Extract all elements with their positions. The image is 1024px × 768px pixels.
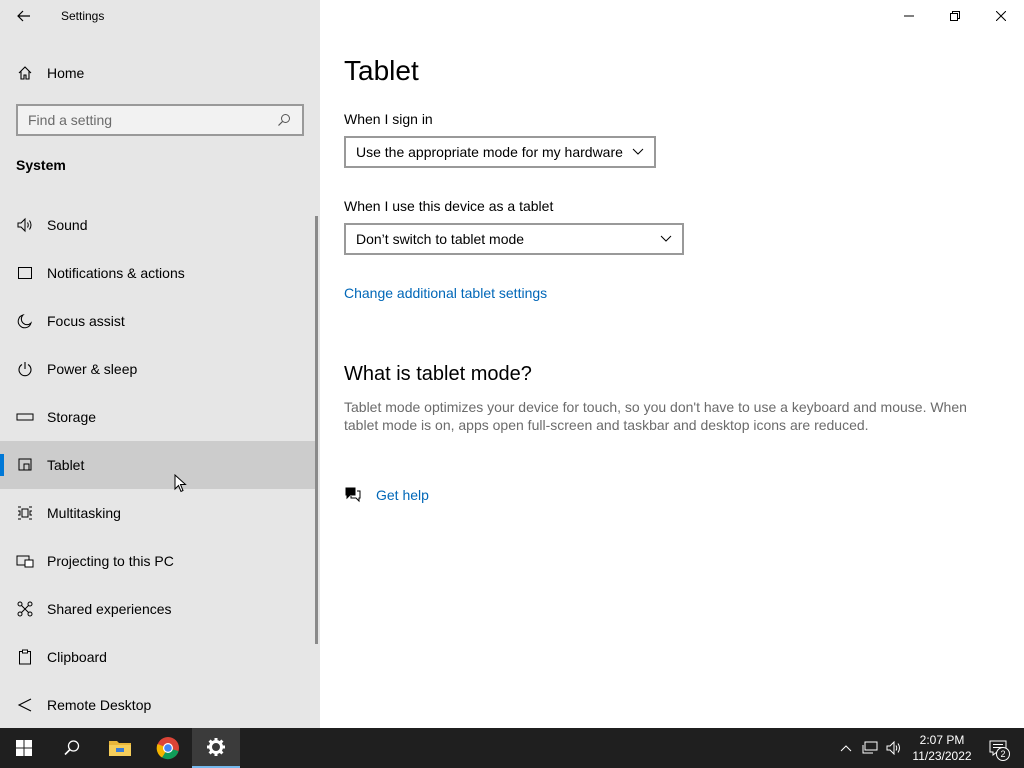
- search-input[interactable]: [18, 112, 272, 128]
- sidebar-item-label: Focus assist: [47, 313, 125, 329]
- taskbar-chrome[interactable]: [144, 728, 192, 768]
- speaker-icon: [886, 741, 900, 755]
- mouse-cursor-icon: [174, 474, 187, 493]
- sidebar-item-label: Sound: [47, 217, 88, 233]
- sidebar-item-label: Remote Desktop: [47, 697, 152, 713]
- sidebar-item-multitasking[interactable]: Multitasking: [0, 489, 316, 537]
- remote-desktop-icon: [15, 695, 35, 715]
- search-icon: [64, 740, 80, 756]
- power-icon: [15, 359, 35, 379]
- sign-in-label: When I sign in: [344, 111, 433, 127]
- main-content: Tablet When I sign in Use the appropriat…: [320, 0, 1024, 728]
- sidebar-item-power-sleep[interactable]: Power & sleep: [0, 345, 316, 393]
- start-button[interactable]: [0, 728, 48, 768]
- additional-tablet-settings-link[interactable]: Change additional tablet settings: [344, 285, 547, 301]
- chevron-down-icon: [660, 235, 672, 242]
- system-tray: 2:07 PM 11/23/2022 2: [834, 728, 1024, 768]
- restore-button[interactable]: [932, 0, 978, 32]
- sidebar-item-label: Clipboard: [47, 649, 107, 665]
- volume-button[interactable]: [882, 728, 906, 768]
- taskbar: 2:07 PM 11/23/2022 2: [0, 728, 1024, 768]
- app-title: Settings: [61, 9, 105, 23]
- sidebar-item-projecting[interactable]: Projecting to this PC: [0, 537, 316, 585]
- taskbar-search-button[interactable]: [48, 728, 96, 768]
- clock-date: 11/23/2022: [912, 749, 972, 763]
- sidebar-item-focus-assist[interactable]: Focus assist: [0, 297, 316, 345]
- sidebar-item-home[interactable]: Home: [0, 50, 320, 96]
- search-icon[interactable]: [272, 108, 296, 132]
- tablet-icon: [15, 455, 35, 475]
- gear-icon: [207, 738, 225, 756]
- windows-icon: [16, 740, 32, 756]
- get-help-row[interactable]: Get help: [344, 486, 429, 504]
- tablet-mode-heading: What is tablet mode?: [344, 363, 532, 385]
- sidebar-item-tablet[interactable]: Tablet: [0, 441, 316, 489]
- tablet-use-dropdown-value: Don’t switch to tablet mode: [356, 231, 525, 247]
- sidebar-item-label: Notifications & actions: [47, 265, 185, 281]
- minimize-icon: [904, 15, 914, 17]
- back-arrow-icon: [17, 10, 30, 22]
- section-title: System: [16, 157, 66, 173]
- moon-icon: [15, 311, 35, 331]
- clipboard-icon: [15, 647, 35, 667]
- sidebar-item-label: Projecting to this PC: [47, 553, 174, 569]
- sidebar-item-shared-experiences[interactable]: Shared experiences: [0, 585, 316, 633]
- show-hidden-icons-button[interactable]: [834, 728, 858, 768]
- sidebar-item-label: Power & sleep: [47, 361, 138, 377]
- notification-icon: [15, 263, 35, 283]
- clock-time: 2:07 PM: [919, 733, 965, 747]
- chrome-icon: [156, 737, 179, 760]
- sidebar-scrollbar[interactable]: [315, 216, 318, 644]
- sidebar-item-label: Shared experiences: [47, 601, 172, 617]
- sidebar-item-storage[interactable]: Storage: [0, 393, 316, 441]
- minimize-button[interactable]: [886, 0, 932, 32]
- restore-icon: [950, 11, 960, 21]
- chevron-down-icon: [632, 148, 644, 155]
- sidebar-item-sound[interactable]: Sound: [0, 201, 316, 249]
- nav-list: Sound Notifications & actions Focus assi…: [0, 201, 316, 729]
- home-label: Home: [47, 65, 85, 81]
- clock[interactable]: 2:07 PM 11/23/2022: [906, 732, 978, 764]
- window-controls: [886, 0, 1024, 32]
- notification-count-badge: 2: [996, 747, 1010, 761]
- sign-in-dropdown-value: Use the appropriate mode for my hardware: [356, 144, 623, 160]
- multitasking-icon: [15, 503, 35, 523]
- network-icon: [862, 741, 878, 754]
- help-chat-icon: [345, 487, 361, 503]
- sidebar-item-notifications[interactable]: Notifications & actions: [0, 249, 316, 297]
- close-icon: [996, 11, 1006, 21]
- close-button[interactable]: [978, 0, 1024, 32]
- taskbar-settings[interactable]: [192, 728, 240, 768]
- tablet-use-dropdown[interactable]: Don’t switch to tablet mode: [344, 223, 684, 255]
- projecting-icon: [15, 551, 35, 571]
- show-desktop-button[interactable]: [1018, 728, 1024, 768]
- storage-icon: [15, 407, 35, 427]
- sign-in-dropdown[interactable]: Use the appropriate mode for my hardware: [344, 136, 656, 168]
- sidebar-item-clipboard[interactable]: Clipboard: [0, 633, 316, 681]
- network-button[interactable]: [858, 728, 882, 768]
- back-button[interactable]: [0, 0, 48, 32]
- sidebar-item-label: Tablet: [47, 457, 85, 473]
- folder-icon: [109, 741, 131, 756]
- title-bar: Settings: [0, 0, 320, 32]
- tablet-mode-description: Tablet mode optimizes your device for to…: [344, 399, 967, 433]
- page-title: Tablet: [344, 55, 419, 86]
- chevron-up-icon: [840, 745, 852, 752]
- sidebar-item-label: Multitasking: [47, 505, 121, 521]
- home-icon: [15, 63, 35, 83]
- search-box[interactable]: [16, 104, 304, 136]
- action-center-button[interactable]: 2: [978, 728, 1018, 768]
- shared-experiences-icon: [15, 599, 35, 619]
- sidebar: Settings Home System Sound Notifications…: [0, 0, 320, 728]
- speaker-icon: [15, 215, 35, 235]
- get-help-link[interactable]: Get help: [376, 487, 429, 503]
- sidebar-item-label: Storage: [47, 409, 97, 425]
- taskbar-file-explorer[interactable]: [96, 728, 144, 768]
- sidebar-item-remote-desktop[interactable]: Remote Desktop: [0, 681, 316, 729]
- tablet-use-label: When I use this device as a tablet: [344, 198, 554, 214]
